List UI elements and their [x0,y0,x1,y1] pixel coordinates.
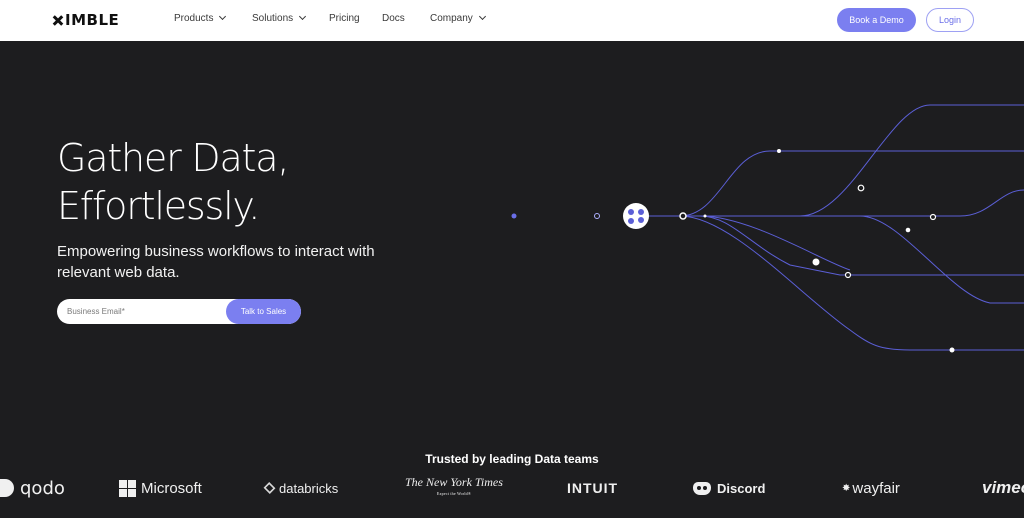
databricks-logo: databricks [263,474,339,502]
network-node [777,149,781,153]
qodo-logo: qodo [0,474,65,502]
nyt-logo-text: The New York Times [405,475,503,489]
network-line-bottom [679,215,1024,351]
customer-logos-strip: qodo Microsoft databricks The New York T… [0,474,1024,504]
microsoft-logo: Microsoft [119,474,202,502]
network-node [905,227,911,233]
network-line-lower [699,215,1024,276]
network-line-top [799,104,1024,217]
talk-to-sales-button[interactable]: Talk to Sales [226,299,301,324]
trusted-heading: Trusted by leading Data teams [425,452,599,466]
hero-title-line-1: Gather Data, [57,136,289,180]
nav-solutions-label: Solutions [252,13,294,24]
network-node [679,212,687,220]
email-signup-form: Talk to Sales [57,299,301,324]
network-node [949,347,955,353]
intuit-logo: INTUIT [567,474,618,502]
nyt-logo: The New York Times Expect the World® [405,474,503,502]
network-node [844,271,852,279]
top-nav-bar: IMBLE Products Solutions Pricing Docs Co… [0,0,1024,41]
login-button[interactable]: Login [926,8,974,32]
wayfair-star-icon: ✸ [842,482,851,494]
nav-docs[interactable]: Docs [382,13,405,24]
hero-title-line-2: Effortlessly. [57,184,260,228]
network-hub-node [623,203,649,229]
data-network-illustration [480,104,1024,353]
network-node [511,213,517,219]
hero-title: Gather Data, Effortlessly. [57,134,289,230]
network-line-mid [630,189,1024,217]
logo-text: IMBLE [65,11,120,29]
chevron-down-icon [478,12,486,21]
network-node [594,213,600,219]
nav-company[interactable]: Company [430,12,486,24]
databricks-logo-text: databricks [279,480,339,496]
discord-logo-text: Discord [717,480,766,496]
logo-x-mark-icon [52,14,64,26]
business-email-input[interactable] [57,299,227,324]
microsoft-logo-text: Microsoft [141,479,202,497]
qodo-logo-text: qodo [20,477,65,499]
discord-logo: Discord [693,474,765,502]
nav-solutions[interactable]: Solutions [252,12,307,24]
intuit-logo-text: INTUIT [567,480,619,496]
wayfair-logo: ✸ wayfair [842,474,900,502]
network-node [812,258,820,266]
chevron-down-icon [299,12,307,21]
qodo-mark-icon [0,479,14,497]
hero-subtitle: Empowering business workflows to interac… [57,243,375,281]
nav-pricing-label: Pricing [329,13,360,24]
vimeo-logo-text: vimeo [982,478,1024,497]
nav-products[interactable]: Products [174,12,227,24]
network-node [703,214,707,218]
book-demo-button[interactable]: Book a Demo [837,8,916,32]
nav-docs-label: Docs [382,13,405,24]
nav-pricing[interactable]: Pricing [329,13,360,24]
network-line-lower-b [699,215,851,271]
nav-company-label: Company [430,13,473,24]
network-line-right-drop [859,215,1024,304]
wayfair-logo-text: wayfair [852,479,900,497]
network-node [929,213,937,221]
network-line-upper [679,150,1024,217]
nimble-logo[interactable]: IMBLE [52,11,119,29]
databricks-stack-icon [263,482,276,494]
network-node [857,184,865,192]
discord-controller-icon [693,481,711,495]
nav-products-label: Products [174,13,214,24]
vimeo-logo: vimeo [982,474,1024,502]
microsoft-grid-icon [119,479,136,497]
chevron-down-icon [219,12,227,21]
nyt-tagline: Expect the World® [436,491,472,496]
